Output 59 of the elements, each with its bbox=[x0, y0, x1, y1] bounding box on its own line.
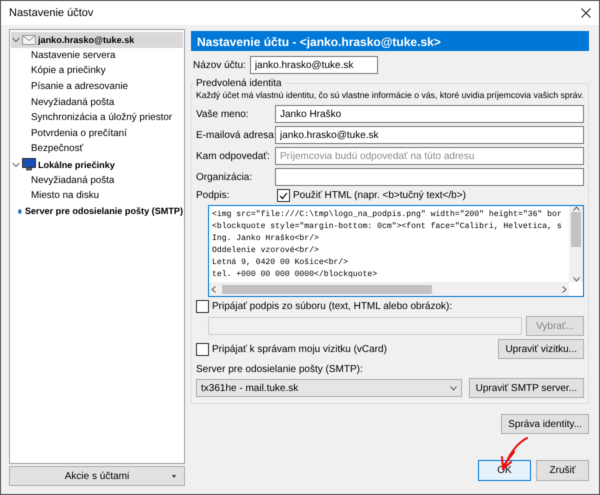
dropdown-chevron-icon[interactable] bbox=[450, 386, 457, 390]
computer-icon bbox=[22, 158, 36, 172]
checkbox-label: Použiť HTML (napr. <b>tučný text</b>) bbox=[293, 190, 466, 201]
code-line: Ing. Janko Hraško<br/> bbox=[212, 233, 320, 245]
field-label: Názov účtu: bbox=[192, 60, 246, 70]
tree-item[interactable]: Kópie a priečinky bbox=[11, 63, 183, 79]
field-label: Podpis: bbox=[196, 190, 230, 201]
tree-item[interactable]: Nevyžiadaná pošta bbox=[11, 94, 183, 110]
scroll-up-icon[interactable] bbox=[572, 206, 580, 211]
description-text: Každý účet má vlastnú identitu, čo sú vlastne informácie o vás, ktoré uvidia príjemcovia vašich správ. bbox=[196, 90, 584, 100]
signature-editor[interactable] bbox=[208, 205, 584, 297]
horizontal-scrollbar[interactable] bbox=[209, 282, 569, 296]
scroll-right-icon[interactable] bbox=[562, 286, 567, 292]
checkbox-label: Pripájať podpis zo súboru (text, HTML alebo obrázok): bbox=[212, 301, 452, 312]
scroll-left-icon[interactable] bbox=[211, 286, 216, 292]
vertical-scrollbar[interactable] bbox=[569, 206, 583, 282]
checkbox-label: Pripájať k správam moju vizitku (vCard) bbox=[212, 344, 387, 354]
field-label: E-mailová adresa: bbox=[196, 130, 273, 140]
group-title: Predvolená identita bbox=[195, 78, 283, 89]
code-line: Oddelenie vzorové<br/> bbox=[212, 245, 320, 257]
input-field[interactable]: Príjemcovia budú odpovedať na túto adresu bbox=[275, 147, 584, 165]
manage-identities-button[interactable]: Správa identity... bbox=[501, 414, 589, 434]
tree-item[interactable]: Bezpečnosť bbox=[11, 141, 183, 157]
tree-node[interactable]: Lokálne priečinky bbox=[11, 156, 183, 172]
checkbox[interactable] bbox=[277, 189, 290, 202]
tree-item[interactable]: Písanie a adresovanie bbox=[11, 78, 183, 94]
envelope-icon bbox=[22, 34, 36, 45]
code-line: tel. +000 00 000 0000</blockquote> bbox=[212, 269, 378, 281]
field-label: Vaše meno: bbox=[196, 108, 250, 120]
input-field[interactable]: janko.hrasko@tuke.sk bbox=[250, 56, 378, 74]
expanded-chevron-icon[interactable] bbox=[12, 162, 20, 168]
checkbox[interactable] bbox=[196, 342, 209, 356]
tree-item[interactable]: Potvrdenia o prečítaní bbox=[11, 126, 183, 142]
tree-node[interactable]: Server pre odosielanie pošty (SMTP) bbox=[11, 204, 183, 220]
dropdown-triangle-icon[interactable] bbox=[172, 475, 176, 478]
account-actions-button[interactable]: Akcie s účtami bbox=[9, 466, 185, 486]
code-line: <blockquote style="margin-bottom: 0cm"><font face="Calibri, Helvetica, s bbox=[212, 221, 563, 233]
code-line: Letná 9, 0420 00 Košice<br/> bbox=[212, 257, 349, 269]
input-field[interactable] bbox=[275, 168, 584, 186]
field-label: Organizácia: bbox=[196, 172, 254, 182]
tree-item[interactable]: Nastavenie servera bbox=[11, 48, 183, 64]
edit-smtp-button[interactable]: Upraviť SMTP server... bbox=[468, 378, 584, 398]
edit-vcard-button[interactable]: Upraviť vizitku... bbox=[498, 339, 584, 359]
cancel-button[interactable]: Zrušiť bbox=[536, 460, 589, 481]
panel-header: Nastavenie účtu - <janko.hrasko@tuke.sk> bbox=[191, 31, 589, 51]
code-line: <img src="file:///C:\tmp\logo_na_podpis.png" width="200" height="36" bor bbox=[212, 209, 563, 221]
field-label: Server pre odosielanie pošty (SMTP): bbox=[196, 364, 364, 375]
tree-item[interactable]: Synchronizácia a úložný priestor bbox=[11, 110, 183, 126]
tree-item[interactable]: Miesto na disku bbox=[11, 188, 183, 204]
scroll-down-icon[interactable] bbox=[572, 277, 580, 282]
tree-node[interactable]: janko.hrasko@tuke.sk bbox=[11, 32, 183, 48]
input-field[interactable]: janko.hrasko@tuke.sk bbox=[275, 126, 584, 144]
tree-item[interactable]: Nevyžiadaná pošta bbox=[11, 172, 183, 188]
expanded-chevron-icon[interactable] bbox=[12, 36, 20, 43]
window-title: Nastavenie účtov bbox=[9, 7, 94, 19]
input-field[interactable]: Janko Hraško bbox=[275, 105, 584, 123]
smtp-server-dropdown[interactable]: tx361he - mail.tuke.sk bbox=[196, 379, 462, 397]
field-label: Kam odpovedať: bbox=[196, 150, 271, 162]
close-icon[interactable] bbox=[581, 8, 591, 18]
